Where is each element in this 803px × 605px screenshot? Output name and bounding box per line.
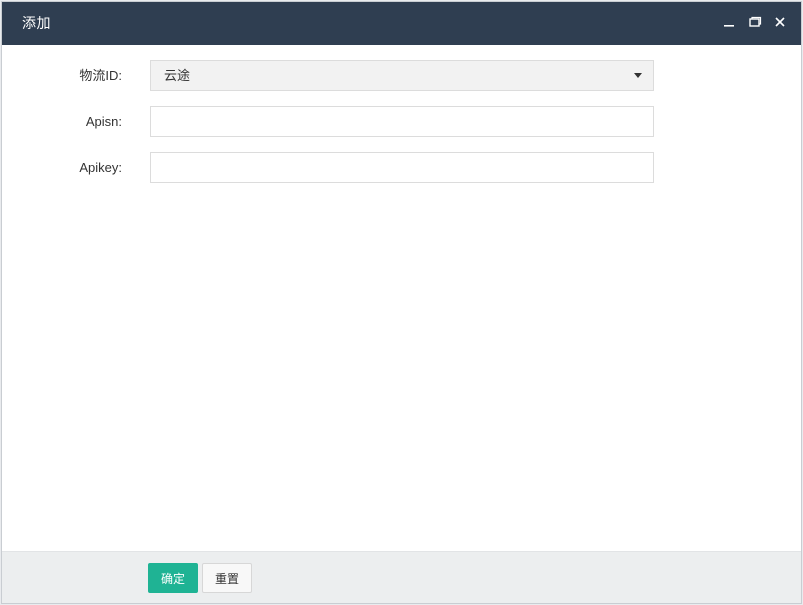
apisn-label: Apisn: (85, 114, 122, 129)
chevron-down-icon (634, 73, 642, 78)
confirm-button[interactable]: 确定 (148, 563, 198, 593)
apisn-input[interactable] (150, 106, 654, 137)
dialog-titlebar[interactable]: 添加 (2, 2, 801, 45)
reset-button[interactable]: 重置 (202, 563, 252, 593)
apikey-label: Apikey: (79, 160, 122, 175)
dialog-footer: 确定 重置 (2, 551, 801, 603)
logistics-id-label: 物流ID: (79, 68, 122, 83)
maximize-icon[interactable] (747, 14, 763, 30)
close-icon[interactable] (772, 14, 788, 30)
logistics-id-row: 物流ID: 云途 (2, 60, 801, 91)
logistics-id-selected-value: 云途 (164, 68, 191, 83)
add-dialog: 添加 物流ID: 云途 Apisn: Apikey: 确定 重置 (1, 1, 802, 604)
logistics-id-select[interactable]: 云途 (150, 60, 654, 91)
apikey-input[interactable] (150, 152, 654, 183)
apisn-row: Apisn: (2, 106, 801, 137)
apikey-row: Apikey: (2, 152, 801, 183)
dialog-title: 添加 (22, 15, 51, 31)
minimize-icon[interactable] (721, 14, 737, 30)
